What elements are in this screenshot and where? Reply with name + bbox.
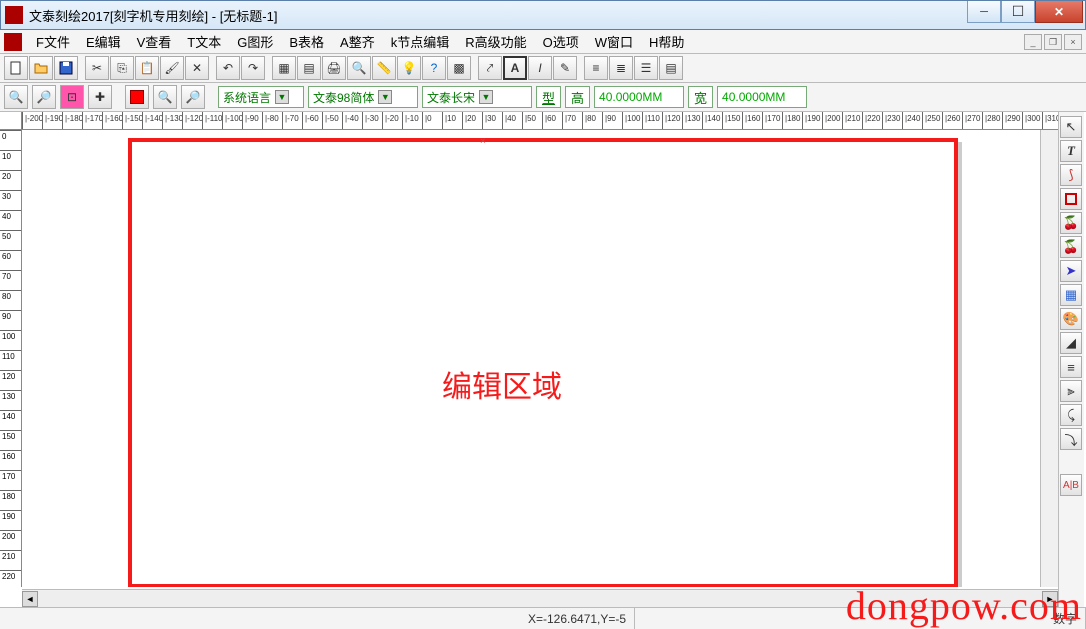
mdi-minimize-button[interactable]: _ [1024, 34, 1042, 50]
menu-shape[interactable]: G图形 [229, 30, 281, 53]
rect-tool-icon[interactable] [1060, 188, 1082, 210]
menu-advanced[interactable]: R高级功能 [457, 30, 534, 53]
width-label: 宽 [688, 86, 713, 108]
align4-icon[interactable]: ⫸ [1060, 380, 1082, 402]
app-icon [5, 6, 23, 24]
zoom-plus-icon[interactable]: ✚ [88, 85, 112, 109]
new-icon[interactable] [4, 56, 28, 80]
menu-options[interactable]: O选项 [535, 30, 587, 53]
red-square-icon[interactable] [125, 85, 149, 109]
window-title: 文泰刻绘2017[刻字机专用刻绘] - [无标题-1] [29, 6, 1081, 25]
checker-icon[interactable]: ▩ [447, 56, 471, 80]
undo-icon[interactable]: ↶ [216, 56, 240, 80]
format-brush-icon[interactable]: 🖌 [160, 56, 184, 80]
canvas-viewport[interactable]: 编辑区域 × [22, 130, 1058, 587]
preview-icon[interactable]: 🔍 [347, 56, 371, 80]
path2-icon[interactable]: ⤵ [1060, 428, 1082, 450]
titlebar[interactable]: 文泰刻绘2017[刻字机专用刻绘] - [无标题-1] [0, 0, 1086, 30]
language-select[interactable]: 系统语言 [218, 86, 304, 108]
align3-icon[interactable]: ≡ [1060, 356, 1082, 378]
ab-icon[interactable]: A|B [1060, 474, 1082, 496]
ruler-horizontal[interactable]: |-200|-190|-180|-170|-160|-150|-140|-130… [22, 112, 1058, 130]
paste-icon[interactable]: 📋 [135, 56, 159, 80]
status-coords: X=-126.6471,Y=-5 [520, 608, 635, 629]
open-icon[interactable] [29, 56, 53, 80]
menu-edit[interactable]: E编辑 [78, 30, 129, 53]
script-icon[interactable]: ✎ [553, 56, 577, 80]
curve-tool-icon[interactable]: ⟆ [1060, 164, 1082, 186]
mdi-restore-button[interactable]: ❐ [1044, 34, 1062, 50]
align-right-icon[interactable]: ☰ [634, 56, 658, 80]
ruler-corner [0, 112, 22, 130]
menu-help[interactable]: H帮助 [641, 30, 692, 53]
toolbar-main: ✂ ⎘ 📋 🖌 ✕ ↶ ↷ ▦ ▤ 🖨 🔍 📏 💡 ? ▩ ⤤ A I ✎ ≡ … [0, 54, 1086, 83]
ruler-vertical[interactable]: 0102030405060708090100110120130140150160… [0, 130, 22, 587]
height-input[interactable]: 40.0000MM [594, 86, 684, 108]
scroll-right-icon[interactable]: ► [1042, 591, 1058, 607]
scroll-track[interactable] [38, 591, 1042, 607]
mirror-icon[interactable]: ⤤ [478, 56, 502, 80]
scrollbar-vertical[interactable] [1040, 130, 1058, 587]
table-tool-icon[interactable]: ▦ [1060, 284, 1082, 306]
mdi-close-button[interactable]: × [1064, 34, 1082, 50]
menu-align[interactable]: A整齐 [332, 30, 383, 53]
zoom-sel-icon[interactable]: ⊡ [60, 85, 84, 109]
save-icon[interactable] [54, 56, 78, 80]
path1-icon[interactable]: ⤹ [1060, 404, 1082, 426]
type-label: 型 [536, 86, 561, 108]
workspace: |-200|-190|-180|-170|-160|-150|-140|-130… [0, 112, 1086, 607]
crosshair-icon: × [480, 136, 486, 147]
menu-window[interactable]: W窗口 [587, 30, 641, 53]
redo-icon[interactable]: ↷ [241, 56, 265, 80]
align-center-icon[interactable]: ≣ [609, 56, 633, 80]
maximize-button[interactable] [1001, 1, 1035, 23]
menu-view[interactable]: V查看 [129, 30, 180, 53]
status-mode: 数字 [1045, 608, 1086, 629]
menu-file[interactable]: F文件 [28, 30, 78, 53]
cut-icon[interactable]: ✂ [85, 56, 109, 80]
font1-select[interactable]: 文泰98简体 [308, 86, 418, 108]
zoom-q1-icon[interactable]: 🔍 [153, 85, 177, 109]
align-left-icon[interactable]: ≡ [584, 56, 608, 80]
cherry2-icon[interactable]: 🍒 [1060, 236, 1082, 258]
font2-select[interactable]: 文泰长宋 [422, 86, 532, 108]
cherry1-icon[interactable]: 🍒 [1060, 212, 1082, 234]
width-input[interactable]: 40.0000MM [717, 86, 807, 108]
zoom-in-icon[interactable]: 🔎 [32, 85, 56, 109]
italic-icon[interactable]: I [528, 56, 552, 80]
copy-icon[interactable]: ⎘ [110, 56, 134, 80]
close-button[interactable] [1035, 1, 1083, 23]
delete-icon[interactable]: ✕ [185, 56, 209, 80]
menu-logo-icon [4, 33, 22, 51]
brush2-icon[interactable]: ◢ [1060, 332, 1082, 354]
menu-table[interactable]: B表格 [281, 30, 332, 53]
text-tool-icon[interactable]: T [1060, 140, 1082, 162]
toolbar-font: 🔍 🔎 ⊡ ✚ 🔍 🔎 系统语言 文泰98简体 文泰长宋 型 高 40.0000… [0, 83, 1086, 112]
zoom-q2-icon[interactable]: 🔎 [181, 85, 205, 109]
height-label: 高 [565, 86, 590, 108]
arrow-tool-icon[interactable]: ↖ [1060, 116, 1082, 138]
zoom-fit-icon[interactable]: 🔍 [4, 85, 28, 109]
grid-icon[interactable]: ▦ [272, 56, 296, 80]
scroll-left-icon[interactable]: ◄ [22, 591, 38, 607]
char-a-icon[interactable]: A [503, 56, 527, 80]
palette-icon[interactable]: 🎨 [1060, 308, 1082, 330]
toolbar-vertical: ↖ T ⟆ 🍒 🍒 ➤ ▦ 🎨 ◢ ≡ ⫸ ⤹ ⤵ A|B [1058, 112, 1084, 607]
minimize-button[interactable] [967, 1, 1001, 23]
statusbar: X=-126.6471,Y=-5 数字 [0, 607, 1086, 629]
menubar: F文件 E编辑 V查看 T文本 G图形 B表格 A整齐 k节点编辑 R高级功能 … [0, 30, 1086, 54]
menu-node[interactable]: k节点编辑 [383, 30, 458, 53]
arrow2-icon[interactable]: ➤ [1060, 260, 1082, 282]
scrollbar-horizontal[interactable]: ◄ ► [22, 589, 1058, 607]
canvas-page[interactable]: 编辑区域 [128, 138, 958, 587]
help-icon[interactable]: ? [422, 56, 446, 80]
print-icon[interactable]: 🖨 [322, 56, 346, 80]
ruler-icon[interactable]: 📏 [372, 56, 396, 80]
align-justify-icon[interactable]: ▤ [659, 56, 683, 80]
bulb-icon[interactable]: 💡 [397, 56, 421, 80]
canvas-annotation: 编辑区域 [442, 362, 562, 406]
layer-icon[interactable]: ▤ [297, 56, 321, 80]
menu-text[interactable]: T文本 [179, 30, 229, 53]
